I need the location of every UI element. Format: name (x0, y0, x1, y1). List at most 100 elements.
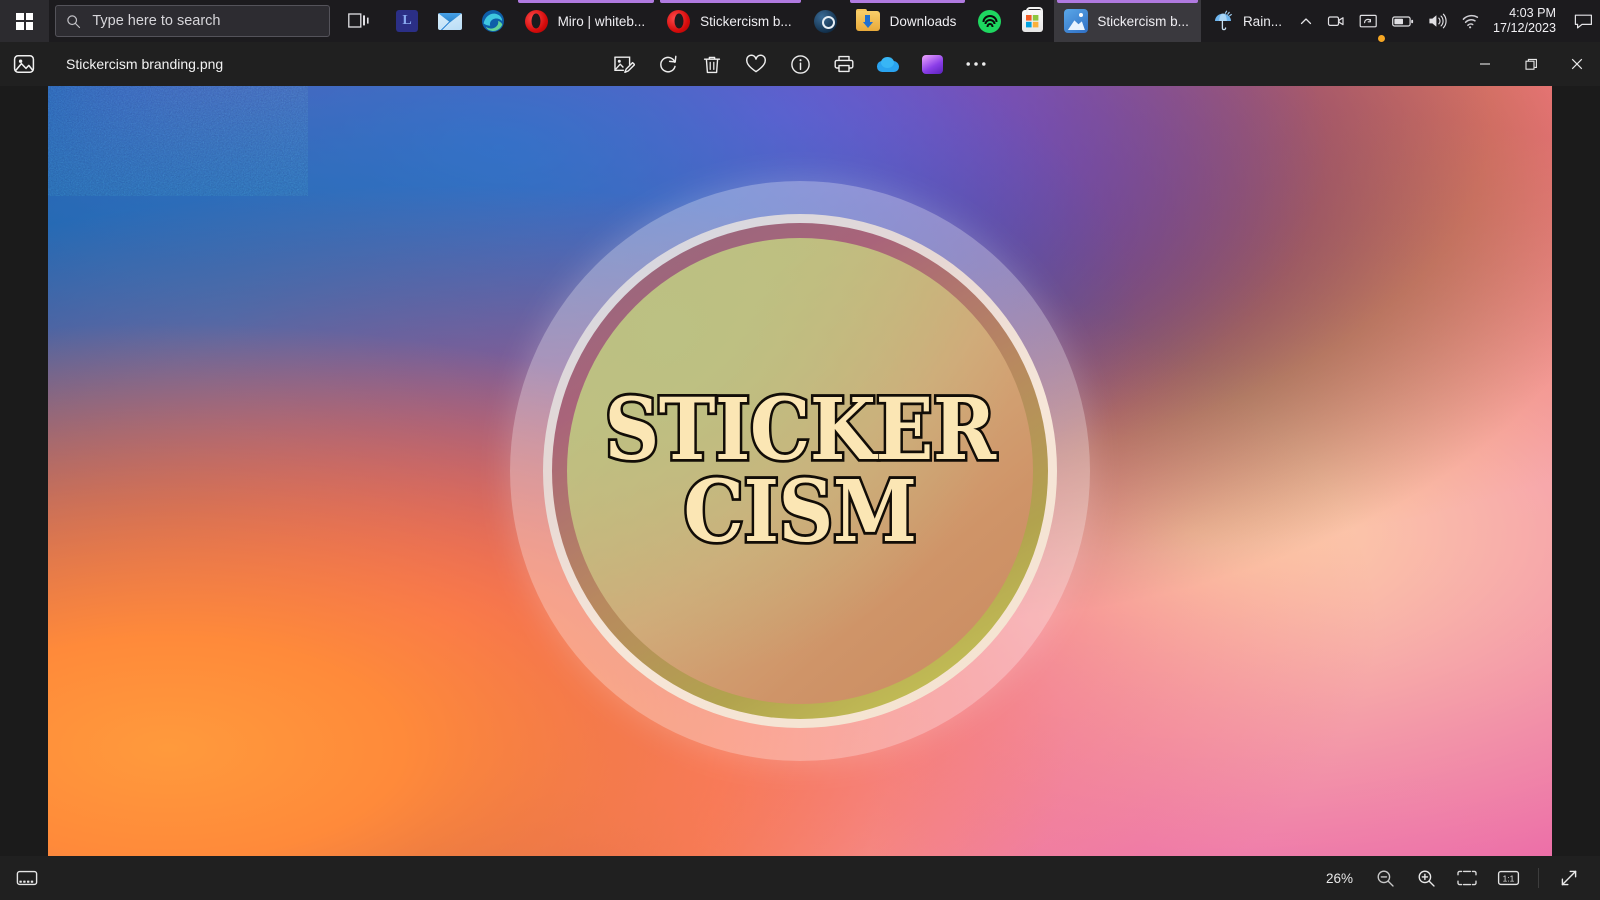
logo-text-line-1: STICKER (602, 379, 999, 480)
running-indicator (517, 0, 655, 3)
actual-size-button[interactable]: 1:1 (1489, 862, 1527, 894)
taskbar-item-label: Downloads (889, 13, 957, 29)
taskbar-item-lastpass[interactable]: L (386, 0, 429, 42)
running-indicator (849, 0, 966, 3)
windows-logo-icon (16, 12, 34, 30)
opera-icon (524, 9, 549, 34)
search-placeholder: Type here to search (92, 13, 221, 29)
svg-text:1:1: 1:1 (1502, 873, 1514, 883)
clipchamp-button[interactable] (912, 48, 952, 80)
mail-icon (438, 9, 463, 34)
taskbar-item-opera-stickercism[interactable]: Stickercism b... (657, 0, 804, 42)
taskbar-item-edge[interactable] (472, 0, 515, 42)
delete-button[interactable] (692, 48, 732, 80)
photos-icon (1063, 9, 1088, 34)
edit-image-button[interactable] (604, 48, 644, 80)
steam-icon (813, 9, 838, 34)
weather-label: Rain... (1242, 13, 1282, 29)
filmstrip-icon (16, 870, 38, 886)
restore-button[interactable] (1508, 42, 1554, 86)
onedrive-sync-icon (1359, 14, 1377, 28)
favorite-button[interactable] (736, 48, 776, 80)
zoom-in-button[interactable] (1407, 862, 1445, 894)
restore-icon (1524, 58, 1537, 70)
minimize-icon (1480, 63, 1490, 65)
filmstrip-toggle-button[interactable] (8, 862, 46, 894)
volume-icon (1429, 13, 1447, 29)
onedrive-icon (877, 56, 899, 72)
clock-and-date[interactable]: 4:03 PM 17/12/2023 (1487, 0, 1566, 42)
taskbar-item-steam[interactable] (804, 0, 847, 42)
photos-command-bar (604, 48, 996, 80)
show-hidden-icons-button[interactable] (1292, 0, 1320, 42)
taskbar-item-microsoft-store[interactable] (1011, 0, 1054, 42)
umbrella-rain-icon (1214, 10, 1232, 31)
battery-icon (1392, 15, 1414, 27)
printer-icon (834, 55, 854, 73)
trash-icon (703, 56, 721, 73)
heart-icon (746, 54, 766, 73)
chevron-up-icon (1300, 18, 1312, 25)
running-indicator (1057, 0, 1198, 3)
file-info-button[interactable] (780, 48, 820, 80)
zoom-out-icon (1377, 870, 1394, 887)
file-name-label: Stickercism branding.png (66, 56, 224, 72)
close-icon (1571, 58, 1583, 70)
rotate-icon (659, 55, 677, 72)
image-viewer-canvas[interactable]: STICKER CISM (0, 86, 1600, 856)
status-bar-divider (1538, 868, 1539, 888)
camera-tray-icon-button[interactable] (1320, 0, 1352, 42)
task-view-button[interactable] (340, 0, 378, 42)
tray-date: 17/12/2023 (1492, 21, 1556, 35)
logo-text-line-2: CISM (681, 461, 920, 562)
onedrive-button[interactable] (868, 48, 908, 80)
taskbar-item-mail[interactable] (429, 0, 472, 42)
camera-icon (1327, 16, 1344, 26)
close-button[interactable] (1554, 42, 1600, 86)
rotate-button[interactable] (648, 48, 688, 80)
tray-time: 4:03 PM (1509, 5, 1556, 20)
task-view-icon (348, 13, 369, 28)
zoom-level-label: 26% (1325, 870, 1353, 886)
displayed-image: STICKER CISM (48, 86, 1552, 856)
spotify-icon (977, 9, 1002, 34)
clipchamp-icon (921, 54, 943, 74)
status-bar-right: 26% 1:1 (1319, 862, 1600, 894)
taskbar-item-label: Stickercism b... (1097, 13, 1189, 29)
print-button[interactable] (824, 48, 864, 80)
taskbar-item-label: Miro | whiteb... (557, 13, 646, 29)
viewer-status-bar: 26% 1:1 (0, 856, 1600, 900)
volume-button[interactable] (1421, 0, 1454, 42)
weather-widget[interactable]: Rain... (1201, 0, 1292, 42)
sync-status-badge (1376, 34, 1386, 43)
search-icon (67, 14, 81, 28)
taskbar-item-opera-miro[interactable]: Miro | whiteb... (515, 0, 658, 42)
battery-button[interactable] (1385, 0, 1421, 42)
store-icon (1020, 7, 1045, 34)
network-button[interactable] (1454, 0, 1487, 42)
action-center-button[interactable] (1566, 0, 1600, 42)
start-button[interactable] (0, 0, 50, 42)
fullscreen-icon (1561, 870, 1577, 886)
system-tray: Rain... 4:03 PM 17/12/2023 (1201, 0, 1600, 43)
onedrive-sync-button[interactable] (1352, 0, 1386, 43)
photos-app-window: Stickercism branding.png STICKER CISM 26… (0, 42, 1600, 900)
fit-to-window-button[interactable] (1448, 862, 1486, 894)
ellipsis-icon (966, 62, 986, 66)
fullscreen-button[interactable] (1550, 862, 1588, 894)
stickercism-badge: STICKER CISM (510, 181, 1090, 761)
taskbar-item-photos[interactable]: Stickercism b... (1054, 0, 1201, 42)
taskbar-item-label: Stickercism b... (700, 13, 792, 29)
badge-disc: STICKER CISM (567, 238, 1033, 704)
taskbar-app-list: L Miro | whiteb... Stickercism b... Down… (386, 0, 1201, 42)
actual-size-icon: 1:1 (1497, 870, 1519, 886)
minimize-button[interactable] (1462, 42, 1508, 86)
taskbar-item-spotify[interactable] (968, 0, 1011, 42)
taskbar-item-downloads[interactable]: Downloads (847, 0, 969, 42)
see-more-button[interactable] (956, 48, 996, 80)
window-controls (1462, 42, 1600, 86)
taskbar-search-box[interactable]: Type here to search (55, 5, 330, 37)
info-icon (790, 54, 810, 74)
notification-icon (1574, 14, 1592, 28)
zoom-out-button[interactable] (1366, 862, 1404, 894)
